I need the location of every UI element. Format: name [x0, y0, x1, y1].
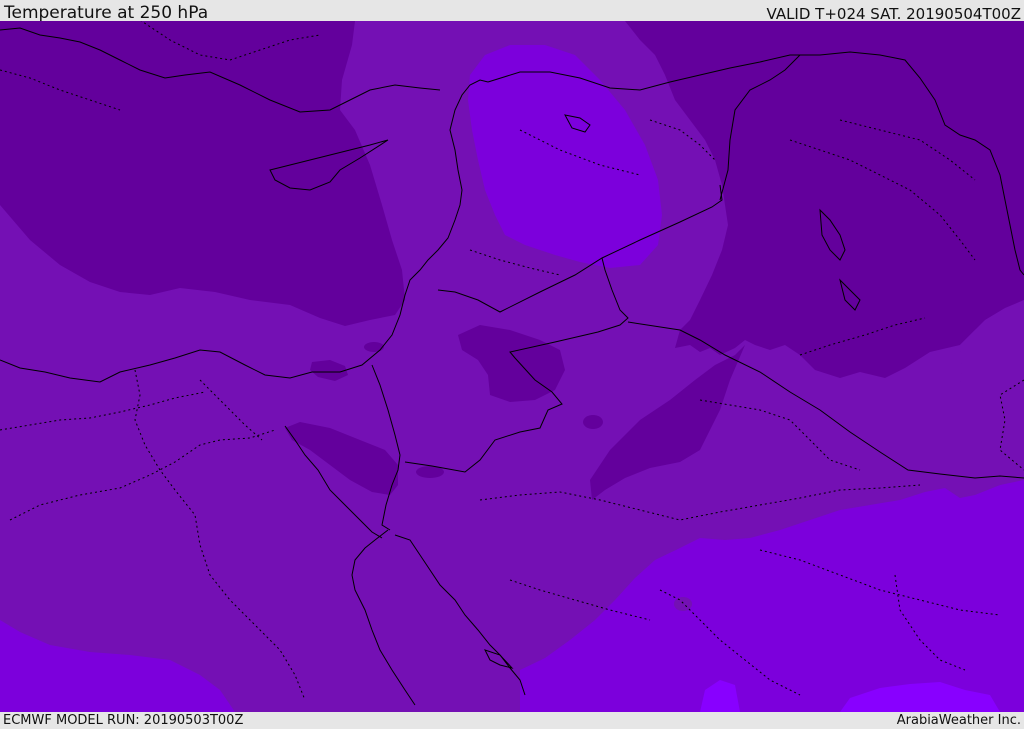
credit-label: ArabiaWeather Inc. [896, 713, 1021, 728]
temperature-map[interactable] [0, 21, 1024, 712]
map-title: Temperature at 250 hPa [4, 3, 209, 23]
model-run-label: ECMWF MODEL RUN: 20190503T00Z [3, 713, 244, 728]
footer-bar: ECMWF MODEL RUN: 20190503T00Z ArabiaWeat… [0, 712, 1024, 729]
field-coldest-dot1 [583, 415, 603, 429]
field-coldest-dot3 [364, 342, 384, 352]
map-canvas [0, 21, 1024, 712]
header-bar: Temperature at 250 hPa VALID T+024 SAT. … [0, 0, 1024, 23]
